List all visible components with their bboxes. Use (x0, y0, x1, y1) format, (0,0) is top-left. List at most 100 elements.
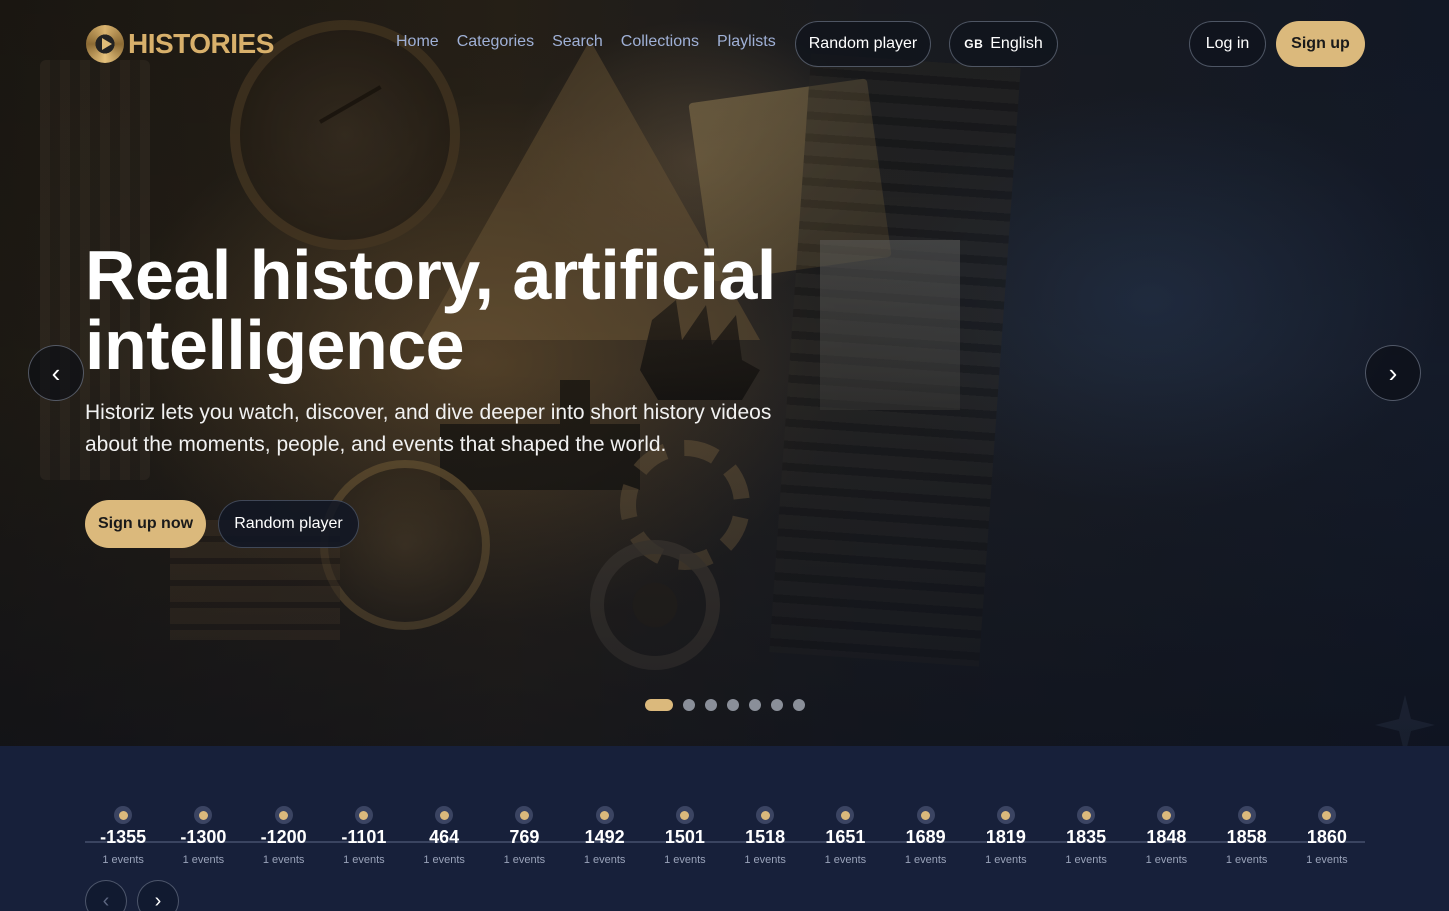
timeline-year: 1835 (1066, 827, 1107, 847)
timeline-event-count: 1 events (343, 854, 385, 866)
timeline-event-count: 1 events (503, 854, 546, 866)
timeline-item[interactable]: 1501 1 events (645, 806, 725, 866)
timeline-year: 1689 (905, 827, 946, 847)
carousel-dot[interactable] (793, 699, 805, 711)
timeline-item[interactable]: 1835 1 events (1046, 806, 1126, 866)
timeline-item[interactable]: 1492 1 events (565, 806, 645, 866)
timeline-year: -1355 (100, 827, 147, 847)
timeline-year: 1858 (1226, 827, 1267, 847)
timeline-item[interactable]: 1518 1 events (725, 806, 805, 866)
timeline-year: 1492 (584, 827, 625, 847)
timeline-dot (435, 806, 454, 824)
carousel-dot[interactable] (771, 699, 783, 711)
timeline-event-count: 1 events (1145, 854, 1188, 866)
nav-link-home[interactable]: Home (396, 33, 439, 51)
hero-random-player-button[interactable]: Random player (218, 500, 359, 548)
timeline-dot (996, 806, 1015, 824)
timeline-event-count: 1 events (1065, 854, 1107, 866)
timeline-year: -1101 (341, 827, 387, 847)
timeline-dot (836, 806, 855, 824)
timeline-year: 769 (509, 827, 540, 847)
play-icon (86, 25, 124, 63)
carousel-next-button[interactable]: › (1365, 345, 1421, 401)
nav-link-playlists[interactable]: Playlists (717, 33, 776, 51)
carousel-dots (645, 699, 805, 711)
timeline-item[interactable]: 1819 1 events (966, 806, 1046, 866)
flag-icon: GB (964, 37, 984, 51)
timeline-year: 1848 (1146, 827, 1187, 847)
timeline-event-count: 1 events (102, 854, 144, 866)
nav-link-categories[interactable]: Categories (457, 33, 534, 51)
timeline-year: 1651 (825, 827, 866, 847)
timeline-dot (274, 806, 293, 824)
timeline-event-count: 1 events (985, 854, 1027, 866)
timeline-dot (515, 806, 534, 824)
timeline-dot (1157, 806, 1176, 824)
timeline-section: -1355 1 events -1300 1 events -1200 1 events -… (0, 746, 1449, 911)
timeline-item[interactable]: -1200 1 events (244, 806, 324, 866)
timeline-dot (1077, 806, 1096, 824)
hero-title: Real history, artificial intelligence (85, 236, 776, 384)
chevron-left-icon: ‹ (51, 357, 61, 388)
timeline-year: 1518 (745, 827, 786, 847)
timeline-dot (354, 806, 373, 824)
chevron-right-icon: › (154, 889, 162, 911)
nav-link-collections[interactable]: Collections (621, 33, 699, 51)
timeline-event-count: 1 events (744, 854, 786, 866)
timeline-year: -1300 (180, 827, 227, 847)
timeline-item[interactable]: 1860 1 events (1287, 806, 1367, 866)
timeline-item[interactable]: 464 1 events (404, 806, 484, 866)
timeline-item[interactable]: 769 1 events (484, 806, 564, 866)
timeline-year: 1501 (664, 827, 705, 847)
carousel-prev-button[interactable]: ‹ (28, 345, 84, 401)
carousel-dot[interactable] (749, 699, 761, 711)
timeline-event-count: 1 events (423, 854, 465, 866)
timeline-event-count: 1 events (262, 854, 305, 866)
timeline-item[interactable]: -1355 1 events (83, 806, 163, 866)
timeline-dot (114, 806, 133, 824)
timeline-item[interactable]: 1858 1 events (1207, 806, 1287, 866)
brand-logo[interactable]: HISTORIES (86, 25, 274, 63)
random-player-button[interactable]: Random player (795, 21, 931, 67)
timeline-dot (595, 806, 614, 824)
timeline-items: -1355 1 events -1300 1 events -1200 1 events -… (83, 806, 1367, 866)
timeline-item[interactable]: -1101 1 events (324, 806, 404, 866)
carousel-dot[interactable] (705, 699, 717, 711)
timeline-item[interactable]: 1651 1 events (805, 806, 885, 866)
timeline-year: 1819 (985, 827, 1026, 847)
timeline-dot (1237, 806, 1256, 824)
timeline-dot (675, 806, 694, 824)
nav-link-search[interactable]: Search (552, 33, 603, 51)
timeline-dot (194, 806, 213, 824)
timeline-event-count: 1 events (824, 854, 867, 866)
carousel-dot[interactable] (645, 699, 673, 711)
timeline-prev-button[interactable]: ‹ (85, 880, 127, 911)
brand-name: HISTORIES (128, 28, 274, 59)
chevron-left-icon: ‹ (102, 889, 110, 911)
sign-up-now-button[interactable]: Sign up now (85, 500, 206, 548)
language-label: English (990, 35, 1043, 52)
timeline-year: 464 (429, 827, 460, 847)
timeline-item[interactable]: -1300 1 events (163, 806, 243, 866)
signup-button[interactable]: Sign up (1276, 21, 1365, 67)
timeline-year: -1200 (260, 827, 307, 847)
timeline-event-count: 1 events (1306, 854, 1348, 866)
timeline-event-count: 1 events (1225, 854, 1268, 866)
timeline-item[interactable]: 1689 1 events (886, 806, 966, 866)
top-navbar: HISTORIES Home Categories Search Collect… (0, 0, 1449, 88)
timeline-next-button[interactable]: › (137, 880, 179, 911)
timeline-dot (756, 806, 775, 824)
hero-subtitle: Historiz lets you watch, discover, and d… (85, 401, 772, 456)
timeline-dot (916, 806, 935, 824)
carousel-dot[interactable] (683, 699, 695, 711)
timeline-event-count: 1 events (182, 854, 225, 866)
timeline-event-count: 1 events (583, 854, 626, 866)
timeline-item[interactable]: 1848 1 events (1126, 806, 1206, 866)
hero-section: Real history, artificial intelligence Hi… (0, 0, 1449, 746)
timeline-event-count: 1 events (904, 854, 947, 866)
carousel-dot[interactable] (727, 699, 739, 711)
language-selector[interactable]: GB English (949, 21, 1058, 67)
timeline-dot (1317, 806, 1336, 824)
chevron-right-icon: › (1388, 357, 1398, 388)
login-button[interactable]: Log in (1189, 21, 1266, 67)
